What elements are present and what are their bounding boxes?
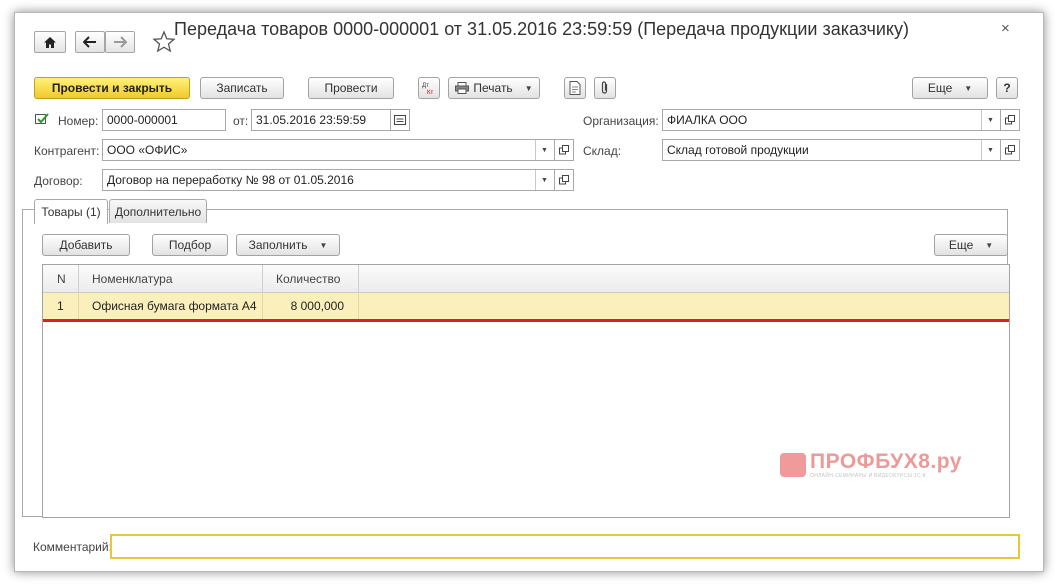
arrow-left-icon xyxy=(83,36,96,48)
row-item[interactable]: Офисная бумага формата А4 xyxy=(79,293,263,319)
post-and-close-label: Провести и закрыть xyxy=(51,81,173,95)
forward-button[interactable] xyxy=(105,31,135,53)
table-more-button[interactable]: Еще ▼ xyxy=(934,234,1008,256)
watermark-subtext: ОНЛАЙН-СЕМИНАРЫ И ВИДЕОКУРСЫ 1С:8 xyxy=(810,473,926,479)
contract-field[interactable]: Договор на переработку № 98 от 01.05.201… xyxy=(102,169,574,191)
chevron-down-icon: ▼ xyxy=(985,240,994,250)
date-field[interactable]: 31.05.2016 23:59:59 xyxy=(251,109,391,131)
open-icon[interactable] xyxy=(1000,140,1019,160)
contract-value: Договор на переработку № 98 от 01.05.201… xyxy=(107,173,354,187)
add-button[interactable]: Добавить xyxy=(42,234,130,256)
attachment-button[interactable] xyxy=(594,77,616,99)
calendar-button[interactable] xyxy=(390,109,410,131)
home-icon xyxy=(44,36,56,48)
favorite-button[interactable] xyxy=(152,30,176,54)
table-header: N Номенклатура Количество xyxy=(43,265,1009,293)
open-icon[interactable] xyxy=(554,140,573,160)
column-header-qty[interactable]: Количество xyxy=(263,265,359,293)
star-icon xyxy=(152,30,176,53)
post-label: Провести xyxy=(324,81,378,95)
paperclip-icon xyxy=(601,81,608,94)
table-more-label: Еще xyxy=(948,238,974,252)
chevron-down-icon: ▼ xyxy=(964,83,973,93)
watermark: ПРОФБУХ8.ру ОНЛАЙН-СЕМИНАРЫ И ВИДЕОКУРСЫ… xyxy=(780,451,962,479)
close-button[interactable]: × xyxy=(1001,20,1010,37)
fill-label: Заполнить xyxy=(248,238,308,252)
column-header-n[interactable]: N xyxy=(43,265,79,293)
column-header-item[interactable]: Номенклатура xyxy=(79,265,263,293)
add-label: Добавить xyxy=(59,238,113,252)
dt-kt-icon: Дт Кт xyxy=(422,83,433,95)
document-icon xyxy=(569,81,581,95)
arrow-right-icon xyxy=(114,36,127,48)
highlight-underline xyxy=(43,319,1009,322)
goods-table[interactable]: N Номенклатура Количество 1 Офисная бума… xyxy=(42,264,1010,518)
date-value: 31.05.2016 23:59:59 xyxy=(256,113,367,127)
comment-field[interactable] xyxy=(110,534,1020,559)
date-label: от: xyxy=(233,114,249,128)
dt-kt-button[interactable]: Дт Кт xyxy=(418,77,440,99)
chevron-down-icon: ▼ xyxy=(319,240,328,250)
pick-label: Подбор xyxy=(168,238,212,252)
home-button[interactable] xyxy=(34,31,66,53)
organization-label: Организация: xyxy=(583,114,659,128)
back-button[interactable] xyxy=(75,31,105,53)
warehouse-field[interactable]: Склад готовой продукции ▼ xyxy=(662,139,1020,161)
document-button[interactable] xyxy=(564,77,586,99)
chevron-down-icon[interactable]: ▼ xyxy=(535,140,553,160)
chevron-down-icon[interactable]: ▼ xyxy=(535,170,553,190)
warehouse-label: Склад: xyxy=(583,144,622,158)
row-number: 1 xyxy=(43,293,79,319)
chevron-down-icon[interactable]: ▼ xyxy=(981,140,999,160)
more-button[interactable]: Еще ▼ xyxy=(912,77,988,99)
chevron-down-icon[interactable]: ▼ xyxy=(981,110,999,130)
help-label: ? xyxy=(1003,81,1011,95)
warehouse-value: Склад готовой продукции xyxy=(667,143,809,157)
contract-label: Договор: xyxy=(34,174,83,188)
comment-label: Комментарий: xyxy=(33,540,112,554)
post-button[interactable]: Провести xyxy=(308,77,394,99)
window-title: Передача товаров 0000-000001 от 31.05.20… xyxy=(174,19,909,39)
fill-button[interactable]: Заполнить ▼ xyxy=(236,234,340,256)
help-button[interactable]: ? xyxy=(996,77,1018,99)
post-and-close-button[interactable]: Провести и закрыть xyxy=(34,77,190,99)
open-icon[interactable] xyxy=(554,170,573,190)
row-quantity[interactable]: 8 000,000 xyxy=(263,293,359,319)
organization-field[interactable]: ФИАЛКА ООО ▼ xyxy=(662,109,1020,131)
watermark-text: ПРОФБУХ8.ру xyxy=(810,450,962,473)
table-row[interactable]: 1 Офисная бумага формата А4 8 000,000 xyxy=(43,293,1009,319)
tab-additional[interactable]: Дополнительно xyxy=(109,199,207,223)
counterparty-value: ООО «ОФИС» xyxy=(107,143,188,157)
save-label: Записать xyxy=(216,81,268,95)
svg-text:Дт: Дт xyxy=(422,83,429,89)
organization-value: ФИАЛКА ООО xyxy=(667,113,748,127)
watermark-logo xyxy=(780,453,806,477)
print-label: Печать xyxy=(473,81,513,95)
open-icon[interactable] xyxy=(1000,110,1019,130)
save-button[interactable]: Записать xyxy=(200,77,284,99)
calendar-icon xyxy=(394,115,406,125)
counterparty-field[interactable]: ООО «ОФИС» ▼ xyxy=(102,139,574,161)
printer-icon xyxy=(455,82,470,94)
posted-status-icon xyxy=(35,113,49,124)
tab-goods[interactable]: Товары (1) xyxy=(34,199,108,224)
chevron-down-icon: ▼ xyxy=(524,83,533,93)
print-button[interactable]: Печать ▼ xyxy=(448,77,540,99)
number-label: Номер: xyxy=(58,114,99,128)
pick-button[interactable]: Подбор xyxy=(152,234,228,256)
counterparty-label: Контрагент: xyxy=(34,144,100,158)
svg-text:Кт: Кт xyxy=(427,90,433,95)
number-field[interactable]: 0000-000001 xyxy=(102,109,226,131)
more-label: Еще xyxy=(927,81,953,95)
